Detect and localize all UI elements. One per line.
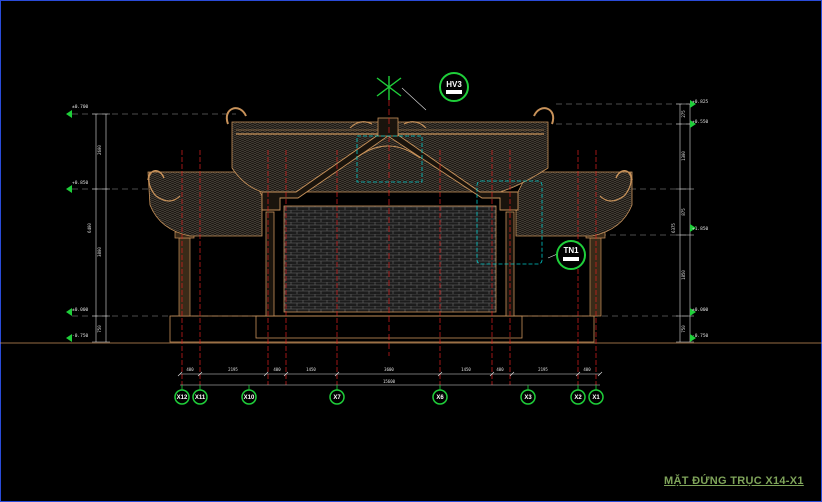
axis-bubble-x11: X11	[192, 385, 208, 405]
svg-text:3600: 3600	[384, 367, 394, 372]
detail-tag-tn-label: TN1	[563, 246, 579, 255]
svg-text:1450: 1450	[306, 367, 316, 372]
detail-tag-hv[interactable]: HV3	[439, 72, 469, 102]
vertical-dimension-label: 3800	[97, 247, 102, 257]
elevation-drawing: ±0.700 +0.850 ±0.000 -0.750 +0.825 +0.55…	[0, 72, 822, 405]
axis-label: X3	[524, 395, 532, 401]
axis-label: X7	[333, 395, 341, 401]
detail-tag-tn[interactable]: TN1	[556, 240, 586, 270]
vertical-dimension-label: 875	[681, 208, 686, 216]
drawing-title: MẶT ĐỨNG TRỤC X14-X1	[664, 475, 804, 487]
svg-text:-0.750: -0.750	[692, 333, 709, 339]
svg-text:2195: 2195	[538, 367, 548, 372]
vertical-dimension-label: 1300	[681, 151, 686, 161]
svg-text:15600: 15600	[383, 379, 396, 384]
vertical-dimension-label: 750	[97, 325, 102, 333]
axis-bubble-x2: X2	[570, 385, 586, 405]
svg-text:+0.850: +0.850	[72, 180, 89, 186]
vertical-dimension-label: 750	[681, 325, 686, 333]
svg-text:+0.550: +0.550	[692, 119, 709, 125]
axis-label: X6	[436, 395, 444, 401]
svg-text:±0.700: ±0.700	[72, 104, 89, 110]
vertical-dimension-total: 6375	[671, 223, 676, 233]
vertical-dimension-label: 1850	[681, 270, 686, 280]
detail-tag-hv-label: HV3	[446, 80, 462, 89]
brick-wall	[283, 205, 497, 313]
svg-text:+1.850: +1.850	[692, 226, 709, 232]
svg-text:400: 400	[273, 367, 281, 372]
svg-text:±0.000: ±0.000	[692, 307, 709, 313]
right-dimension-chain	[676, 103, 694, 343]
svg-text:+0.825: +0.825	[692, 99, 709, 105]
svg-text:±0.000: ±0.000	[72, 307, 89, 313]
axis-label: X1	[592, 395, 600, 401]
axis-bubble-x7: X7	[329, 385, 345, 405]
svg-text:-0.750: -0.750	[72, 333, 89, 339]
base-platform	[169, 315, 595, 343]
axis-bubble-x6: X6	[432, 385, 448, 405]
svg-text:400: 400	[583, 367, 591, 372]
vertical-dimension-label: 2600	[97, 145, 102, 155]
axis-bubble-x3: X3	[520, 385, 536, 405]
vertical-dimension-total: 6400	[87, 223, 92, 233]
axis-bubbles: X12 X11 X10 X7 X6 X3 X2 X1	[174, 385, 604, 405]
hv-leader-line	[401, 87, 427, 111]
vertical-dimension-label: 275	[681, 110, 686, 118]
svg-text:400: 400	[496, 367, 504, 372]
bottom-dimension-labels: 400 2195 400 1450 3600 1450 400 2195 400…	[186, 367, 591, 384]
axis-bubble-x10: X10	[241, 385, 257, 405]
right-level-markers	[690, 100, 696, 342]
axis-label: X2	[574, 395, 582, 401]
axis-label: X10	[244, 395, 255, 401]
svg-text:400: 400	[186, 367, 194, 372]
svg-text:1450: 1450	[461, 367, 471, 372]
axis-label: X11	[195, 395, 206, 401]
axis-bubble-x12: X12	[174, 385, 190, 405]
axis-label: X12	[177, 395, 188, 401]
axis-top-marker-icon	[376, 76, 402, 100]
svg-text:2195: 2195	[228, 367, 238, 372]
axis-bubble-x1: X1	[588, 385, 604, 405]
